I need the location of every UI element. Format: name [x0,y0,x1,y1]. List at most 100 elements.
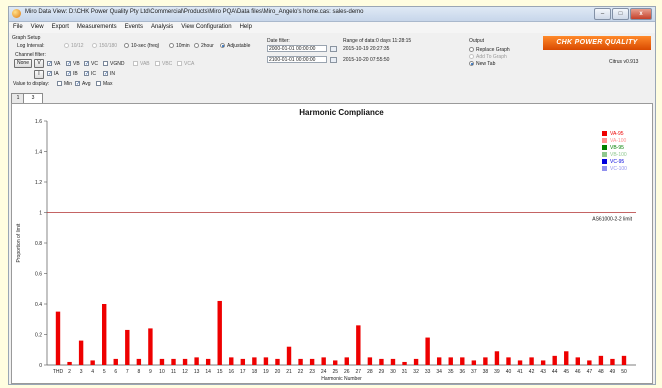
interval-radio-150-180[interactable] [92,43,97,48]
legend-swatch [602,131,607,136]
checkbox-vbc[interactable] [155,61,160,66]
date-to-calendar-icon[interactable] [330,57,337,63]
label-ic: IC [91,71,96,77]
window-title: Miro Data View: D:\CHK Power Quality Pty… [25,9,364,15]
menu-analysis[interactable]: Analysis [147,22,177,33]
date-to-input[interactable]: 2100-01-01 00:00:00 [267,56,327,63]
chart-title: Harmonic Compliance [299,108,384,117]
label-min: Min [64,81,73,87]
y-tick-label: 1.4 [35,150,42,156]
x-tick-label: 29 [379,369,385,375]
y-tick-label: 0.4 [35,302,42,308]
maximize-button[interactable]: □ [612,8,629,20]
range-duration: 0 days 11:28:15 [376,38,412,44]
bar-49 [610,358,615,365]
output-radio-new-tab[interactable] [469,61,474,66]
bar-18 [252,357,257,365]
checkbox-va[interactable]: ✓ [47,61,52,67]
interval-label-10-sec: 10-sec (freq) [131,43,160,49]
checkbox-vca[interactable] [177,61,182,66]
bar-14 [205,358,211,365]
tab-bar: 1 3 [9,93,655,104]
x-tick-label: 28 [367,369,373,375]
brand-text: CHK POWER QUALITY [556,39,638,46]
x-tick-label: 44 [552,369,558,375]
bar-41 [517,360,523,365]
checkbox-avg[interactable]: ✓ [75,81,80,87]
bar-5 [102,304,107,365]
checkbox-max[interactable] [96,81,101,86]
interval-radio-10min[interactable] [169,43,174,48]
bar-3 [78,340,84,365]
menu-measurements[interactable]: Measurements [73,22,121,33]
label-vc: VC [91,61,98,67]
date-filter-label: Date filter: [267,38,290,44]
limit-line-label: AS61000-2-2 limit [592,217,632,223]
date-from-input[interactable]: 2000-01-01 00:00:00 [267,45,327,52]
graph-setup-panel: Graph Setup Log Interval: 10/12 150/180 … [9,34,655,92]
checkbox-ic[interactable]: ✓ [84,71,89,77]
label-vab: VAB [140,61,150,67]
output-radio-add-to-graph[interactable] [469,54,474,59]
close-button[interactable]: x [630,8,652,20]
v-button[interactable]: V [34,59,44,68]
menu-view-configuration[interactable]: View Configuration [177,22,235,33]
checkbox-vb[interactable]: ✓ [66,61,71,67]
label-avg: Avg [82,81,91,87]
interval-label-10-12: 10/12 [71,43,84,49]
x-tick-label: 45 [563,369,569,375]
x-tick-label: 27 [356,369,362,375]
interval-radio-10-12[interactable] [64,43,69,48]
interval-label-10min: 10min [176,43,190,49]
checkbox-vgnd[interactable] [103,61,108,66]
checkbox-vc[interactable]: ✓ [84,61,89,67]
x-tick-label: 10 [159,369,165,375]
interval-label-adjustable: Adjustable [227,43,251,49]
x-tick-label: 5 [103,369,106,375]
interval-label-2hour: 2hour [201,43,214,49]
checkbox-min[interactable] [57,81,62,86]
menu-events[interactable]: Events [121,22,147,33]
none-button[interactable]: None [14,59,32,68]
minimize-button[interactable]: – [594,8,611,20]
menu-file[interactable]: File [9,22,27,33]
menu-view[interactable]: View [27,22,48,33]
menu-export[interactable]: Export [48,22,73,33]
label-ia: IA [54,71,59,77]
checkbox-ib[interactable]: ✓ [66,71,71,77]
window-controls: – □ x [594,8,652,20]
bar-17 [240,358,246,365]
legend-label: VB-100 [610,152,627,158]
x-tick-label: 43 [540,369,546,375]
checkbox-in[interactable]: ✓ [103,71,108,77]
legend-label: VA-100 [610,138,627,144]
i-button[interactable]: I [34,70,44,79]
x-tick-label: 12 [182,369,188,375]
checkbox-vab[interactable] [133,61,138,66]
bar-19 [263,357,269,365]
output-label-new-tab: New Tab [476,61,496,67]
x-axis-label: Harmonic Number [321,376,362,382]
x-tick-label: 17 [240,369,246,375]
x-tick-label: 19 [263,369,269,375]
app-icon [12,9,21,18]
interval-radio-10-sec[interactable] [124,43,129,48]
bar-36 [460,357,465,365]
title-bar[interactable]: Miro Data View: D:\CHK Power Quality Pty… [9,7,655,22]
output-radio-replace-graph[interactable] [469,47,474,52]
x-tick-label: 21 [286,369,292,375]
bar-12 [182,358,188,365]
x-tick-label: 41 [517,369,523,375]
bar-46 [575,357,580,365]
date-from-calendar-icon[interactable] [330,46,337,52]
interval-radio-2hour[interactable] [194,43,199,48]
x-tick-label: 14 [205,369,211,375]
menu-help[interactable]: Help [236,22,256,33]
x-tick-label: 20 [275,369,281,375]
x-tick-label: 47 [587,369,593,375]
x-tick-label: 37 [471,369,477,375]
x-tick-label: 25 [332,369,338,375]
interval-radio-adjustable[interactable] [220,43,225,48]
x-tick-label: 48 [598,369,604,375]
checkbox-ia[interactable]: ✓ [47,71,52,77]
